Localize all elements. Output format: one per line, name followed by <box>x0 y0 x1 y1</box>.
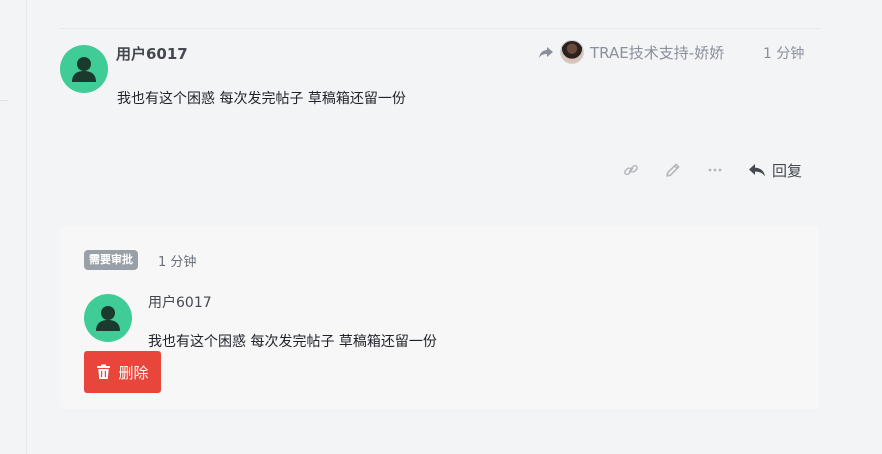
reply-button[interactable]: 回复 <box>748 160 802 181</box>
delete-button[interactable]: 删除 <box>84 351 161 393</box>
post-time[interactable]: 1 分钟 <box>763 43 804 63</box>
user-silhouette-icon <box>96 306 120 331</box>
pending-approval-card: 需要审批 1 分钟 用户6017 我也有这个困惑 每次发完帖子 草稿箱还留一份 … <box>60 226 819 409</box>
reply-label: 回复 <box>772 161 803 180</box>
approval-badge: 需要审批 <box>84 250 138 270</box>
left-divider <box>0 100 8 101</box>
reply-to-link[interactable]: TRAE技术支持-娇娇 <box>538 40 724 64</box>
topic-page: 用户6017 TRAE技术支持-娇娇 1 分钟 我也有这个困惑 每次发完帖子 草… <box>0 0 882 454</box>
pending-time: 1 分钟 <box>158 255 197 270</box>
delete-label: 删除 <box>118 363 149 382</box>
user-silhouette-icon <box>72 57 96 82</box>
post-separator <box>60 28 820 29</box>
post-avatar[interactable] <box>60 45 108 93</box>
trash-icon <box>97 364 111 379</box>
ellipsis-icon[interactable] <box>704 159 726 181</box>
left-border <box>26 0 27 454</box>
pending-username[interactable]: 用户6017 <box>148 292 212 312</box>
pencil-icon[interactable] <box>662 159 684 181</box>
post-username[interactable]: 用户6017 <box>116 43 188 64</box>
reply-to-avatar <box>560 40 584 64</box>
post-actions: 回复 <box>620 158 802 182</box>
pending-avatar[interactable] <box>84 294 132 342</box>
link-icon[interactable] <box>620 159 642 181</box>
reply-to-name: TRAE技术支持-娇娇 <box>590 43 725 62</box>
reply-arrow-icon <box>749 164 765 177</box>
share-forward-icon <box>539 47 553 58</box>
pending-body: 我也有这个困惑 每次发完帖子 草稿箱还留一份 <box>148 334 437 350</box>
post-body: 我也有这个困惑 每次发完帖子 草稿箱还留一份 <box>117 91 406 107</box>
